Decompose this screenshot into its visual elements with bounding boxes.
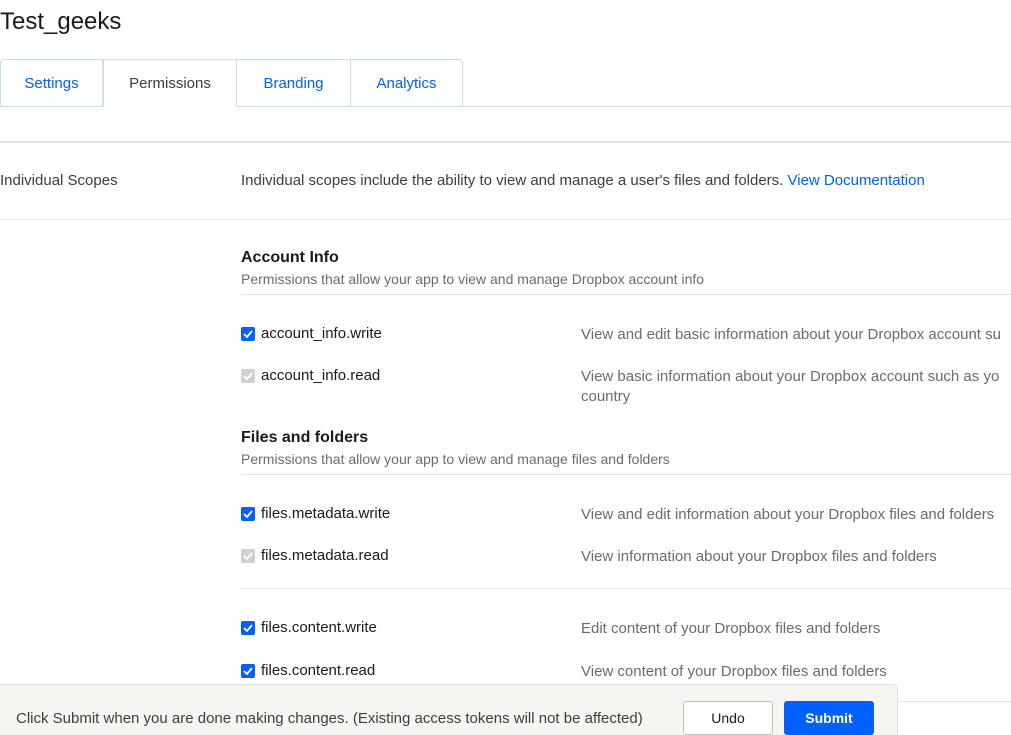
submit-button[interactable]: Submit <box>784 701 874 735</box>
permission-description: View content of your Dropbox files and f… <box>581 663 887 680</box>
permission-description: View information about your Dropbox file… <box>581 548 937 565</box>
checkbox-files-content-write[interactable] <box>241 621 255 635</box>
checkbox-files-content-read[interactable] <box>241 664 255 678</box>
app-title: Test_geeks <box>0 8 122 35</box>
submit-bar: Click Submit when you are done making ch… <box>0 684 898 735</box>
checkmark-icon <box>243 510 253 518</box>
permission-description: View and edit information about your Dro… <box>581 506 995 523</box>
checkbox-files-metadata-write[interactable] <box>241 507 255 521</box>
permission-row-account-info-write: account_info.write View and edit basic i… <box>241 325 1011 365</box>
permission-description: View basic information about your Dropbo… <box>581 368 1000 405</box>
checkmark-icon <box>243 667 253 675</box>
permission-description: Edit content of your Dropbox files and f… <box>581 620 881 637</box>
undo-button[interactable]: Undo <box>683 701 773 735</box>
view-documentation-link[interactable]: View Documentation <box>788 172 925 189</box>
permission-row-files-metadata-write: files.metadata.write View and edit infor… <box>241 505 1011 545</box>
tab-bar: Settings Permissions Branding Analytics <box>0 59 463 107</box>
permission-row-files-metadata-read: files.metadata.read View information abo… <box>241 547 1011 587</box>
tab-bar-underline <box>463 106 1011 107</box>
divider <box>898 701 1011 702</box>
checkbox-account-info-write[interactable] <box>241 327 255 341</box>
group-subtitle-files-and-folders: Permissions that allow your app to view … <box>241 451 670 467</box>
divider <box>0 141 1011 143</box>
permission-name: account_info.read <box>261 367 381 384</box>
group-subtitle-account-info: Permissions that allow your app to view … <box>241 271 705 287</box>
group-divider <box>241 474 1011 475</box>
tab-settings[interactable]: Settings <box>0 59 103 107</box>
divider <box>0 219 1011 220</box>
permission-name: files.metadata.read <box>261 547 389 564</box>
checkbox-files-metadata-read <box>241 549 255 563</box>
permission-row-account-info-read: account_info.read View basic information… <box>241 367 1011 407</box>
tab-permissions[interactable]: Permissions <box>103 59 237 107</box>
checkmark-icon <box>243 552 253 560</box>
permission-name: files.content.read <box>261 662 376 679</box>
submit-bar-message: Click Submit when you are done making ch… <box>16 710 643 727</box>
permission-name: files.content.write <box>261 619 377 636</box>
checkmark-icon <box>243 372 253 380</box>
permission-name: files.metadata.write <box>261 505 391 522</box>
tab-analytics[interactable]: Analytics <box>351 59 463 107</box>
permission-row-files-content-write: files.content.write Edit content of your… <box>241 619 1011 659</box>
permission-description: View and edit basic information about yo… <box>581 326 1001 343</box>
checkmark-icon <box>243 330 253 338</box>
group-divider <box>241 294 1011 295</box>
tab-bar-underline-left <box>0 106 104 107</box>
individual-scopes-description: Individual scopes include the ability to… <box>241 172 925 189</box>
group-title-account-info: Account Info <box>241 249 339 266</box>
permission-name: account_info.write <box>261 325 382 342</box>
group-divider <box>241 588 1011 589</box>
checkbox-account-info-read <box>241 369 255 383</box>
tab-branding[interactable]: Branding <box>237 59 351 107</box>
group-title-files-and-folders: Files and folders <box>241 429 369 446</box>
individual-scopes-label: Individual Scopes <box>0 172 118 189</box>
scopes-description-text: Individual scopes include the ability to… <box>241 172 784 189</box>
checkmark-icon <box>243 624 253 632</box>
